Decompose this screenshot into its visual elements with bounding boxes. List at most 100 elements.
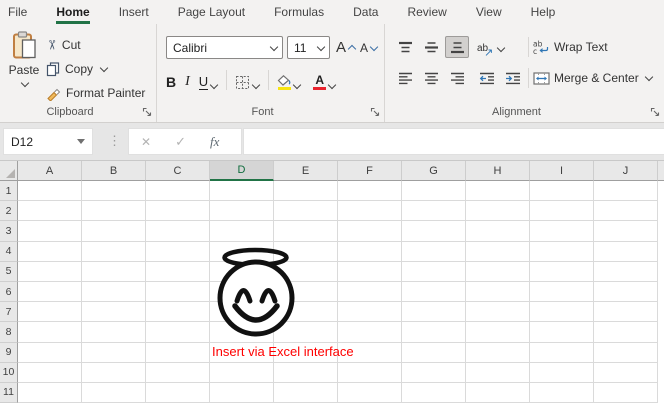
- cell-G9[interactable]: [402, 343, 466, 363]
- cell-I5[interactable]: [530, 262, 594, 282]
- cell-B2[interactable]: [82, 201, 146, 221]
- cell-E1[interactable]: [274, 181, 338, 201]
- cell-F7[interactable]: [338, 302, 402, 322]
- cell-J3[interactable]: [594, 221, 658, 241]
- cell-H2[interactable]: [466, 201, 530, 221]
- cell-J10[interactable]: [594, 363, 658, 383]
- cell-A10[interactable]: [18, 363, 82, 383]
- cell-I10[interactable]: [530, 363, 594, 383]
- row-header-10[interactable]: 10: [0, 363, 18, 383]
- cell-A2[interactable]: [18, 201, 82, 221]
- cell-G11[interactable]: [402, 383, 466, 403]
- enter-icon[interactable]: ✓: [175, 134, 186, 150]
- cell-A1[interactable]: [18, 181, 82, 201]
- cell-B10[interactable]: [82, 363, 146, 383]
- align-left-button[interactable]: [393, 67, 417, 89]
- cell-G10[interactable]: [402, 363, 466, 383]
- cell-C2[interactable]: [146, 201, 210, 221]
- wrap-text-button[interactable]: ab c Wrap Text: [533, 36, 608, 58]
- row-header-2[interactable]: 2: [0, 201, 18, 221]
- cell-H6[interactable]: [466, 282, 530, 302]
- italic-button[interactable]: I: [179, 70, 196, 90]
- row-header-6[interactable]: 6: [0, 282, 18, 302]
- cell-H10[interactable]: [466, 363, 530, 383]
- name-box[interactable]: D12: [3, 128, 93, 155]
- clipboard-dialog-launcher-icon[interactable]: [142, 107, 152, 117]
- column-header-A[interactable]: A: [18, 161, 82, 181]
- cell-J8[interactable]: [594, 322, 658, 342]
- cell-I9[interactable]: [530, 343, 594, 363]
- font-name-select[interactable]: Calibri: [166, 36, 283, 59]
- cell-F11[interactable]: [338, 383, 402, 403]
- select-all-corner[interactable]: [0, 161, 18, 181]
- cut-button[interactable]: ✂ Cut: [46, 34, 81, 56]
- column-header-J[interactable]: J: [594, 161, 658, 181]
- cell-F3[interactable]: [338, 221, 402, 241]
- formula-input[interactable]: [243, 128, 664, 155]
- cell-H7[interactable]: [466, 302, 530, 322]
- cell-I8[interactable]: [530, 322, 594, 342]
- cell-G2[interactable]: [402, 201, 466, 221]
- column-header-E[interactable]: E: [274, 161, 338, 181]
- cell-J4[interactable]: [594, 242, 658, 262]
- cell-A5[interactable]: [18, 262, 82, 282]
- cell-C9[interactable]: [146, 343, 210, 363]
- copy-button[interactable]: Copy: [46, 58, 108, 80]
- cell-H11[interactable]: [466, 383, 530, 403]
- tab-review[interactable]: Review: [407, 1, 446, 24]
- align-bottom-button[interactable]: [445, 36, 469, 58]
- cell-I4[interactable]: [530, 242, 594, 262]
- alignment-dialog-launcher-icon[interactable]: [650, 107, 660, 117]
- tab-insert[interactable]: Insert: [119, 1, 149, 24]
- column-header-F[interactable]: F: [338, 161, 402, 181]
- cell-C4[interactable]: [146, 242, 210, 262]
- cell-C8[interactable]: [146, 322, 210, 342]
- cell-C6[interactable]: [146, 282, 210, 302]
- bold-button[interactable]: B: [163, 70, 179, 90]
- align-right-button[interactable]: [445, 67, 469, 89]
- font-dialog-launcher-icon[interactable]: [370, 107, 380, 117]
- cell-B7[interactable]: [82, 302, 146, 322]
- column-header-D[interactable]: D: [210, 161, 274, 181]
- cell-H3[interactable]: [466, 221, 530, 241]
- cell-A6[interactable]: [18, 282, 82, 302]
- row-header-5[interactable]: 5: [0, 262, 18, 282]
- cell-I1[interactable]: [530, 181, 594, 201]
- cell-H4[interactable]: [466, 242, 530, 262]
- annotation-text[interactable]: Insert via Excel interface: [212, 344, 354, 359]
- format-painter-button[interactable]: Format Painter: [46, 82, 145, 104]
- column-header-B[interactable]: B: [82, 161, 146, 181]
- cell-I6[interactable]: [530, 282, 594, 302]
- cell-J7[interactable]: [594, 302, 658, 322]
- cell-J9[interactable]: [594, 343, 658, 363]
- cell-A11[interactable]: [18, 383, 82, 403]
- increase-indent-button[interactable]: [501, 67, 525, 89]
- fill-color-button[interactable]: [274, 70, 304, 90]
- cell-G5[interactable]: [402, 262, 466, 282]
- cell-F10[interactable]: [338, 363, 402, 383]
- cell-F5[interactable]: [338, 262, 402, 282]
- cell-B1[interactable]: [82, 181, 146, 201]
- align-top-button[interactable]: [393, 36, 417, 58]
- cell-B4[interactable]: [82, 242, 146, 262]
- cell-C11[interactable]: [146, 383, 210, 403]
- cell-D11[interactable]: [210, 383, 274, 403]
- tab-help[interactable]: Help: [531, 1, 556, 24]
- cell-G7[interactable]: [402, 302, 466, 322]
- cell-J6[interactable]: [594, 282, 658, 302]
- cell-J5[interactable]: [594, 262, 658, 282]
- cell-G6[interactable]: [402, 282, 466, 302]
- font-size-select[interactable]: 11: [287, 36, 330, 59]
- cell-B3[interactable]: [82, 221, 146, 241]
- cell-G3[interactable]: [402, 221, 466, 241]
- cell-I7[interactable]: [530, 302, 594, 322]
- paste-button[interactable]: Paste: [3, 27, 45, 117]
- cell-H1[interactable]: [466, 181, 530, 201]
- cell-B11[interactable]: [82, 383, 146, 403]
- cell-G4[interactable]: [402, 242, 466, 262]
- cell-C5[interactable]: [146, 262, 210, 282]
- row-header-8[interactable]: 8: [0, 322, 18, 342]
- tab-formulas[interactable]: Formulas: [274, 1, 324, 24]
- row-header-11[interactable]: 11: [0, 383, 18, 403]
- tab-home[interactable]: Home: [56, 1, 89, 24]
